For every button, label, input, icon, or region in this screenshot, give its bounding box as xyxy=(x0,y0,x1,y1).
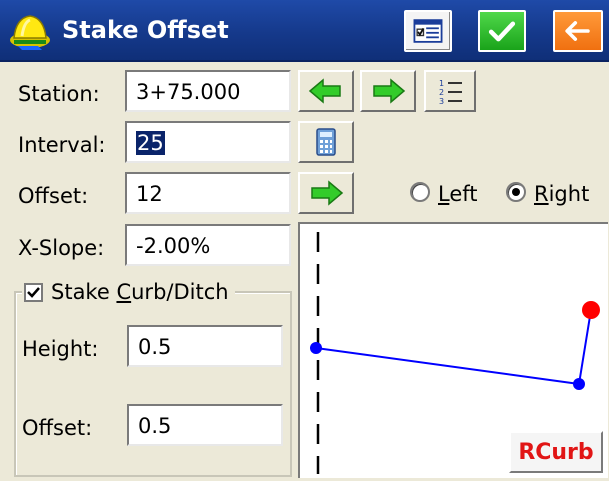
offset-next-button[interactable] xyxy=(298,172,354,214)
offset-label: Offset: xyxy=(18,184,89,208)
rcurb-button[interactable]: RCurb xyxy=(509,431,603,473)
calculator-button[interactable] xyxy=(298,121,354,163)
left-arrow-icon xyxy=(308,78,341,104)
right-arrow-icon xyxy=(373,78,406,104)
interval-value: 25 xyxy=(136,131,165,155)
left-radio-label[interactable]: Left xyxy=(438,182,478,206)
prev-station-button[interactable] xyxy=(298,70,354,112)
calculator-icon xyxy=(316,128,336,156)
check-icon xyxy=(488,21,516,42)
height-field[interactable]: 0.5 xyxy=(127,325,283,367)
ok-button[interactable] xyxy=(478,10,526,52)
stake-curb-label: Stake Curb/Ditch xyxy=(51,280,229,304)
xslope-label: X-Slope: xyxy=(18,236,105,260)
left-radio[interactable] xyxy=(410,182,430,202)
svg-text:3: 3 xyxy=(439,97,444,106)
offset-field[interactable]: 12 xyxy=(125,172,291,214)
svg-text:1: 1 xyxy=(439,79,444,88)
curb-offset-label: Offset: xyxy=(22,416,93,440)
curb-offset-field[interactable]: 0.5 xyxy=(127,404,283,446)
checkmark-icon xyxy=(27,286,40,298)
window-title: Stake Offset xyxy=(62,16,229,44)
stake-curb-checkbox-row[interactable]: Stake Curb/Ditch xyxy=(22,279,235,305)
target-point xyxy=(582,301,600,319)
interval-field[interactable]: 25 xyxy=(125,121,291,163)
cross-section-line xyxy=(315,309,592,386)
right-radio[interactable] xyxy=(506,182,526,202)
numbered-list-icon: 1 2 3 xyxy=(439,79,462,106)
station-list-button[interactable]: 1 2 3 xyxy=(424,70,476,112)
height-label: Height: xyxy=(22,337,99,361)
offset-diagram: RCurb xyxy=(298,222,608,478)
hardhat-icon xyxy=(8,10,52,52)
next-station-button[interactable] xyxy=(360,70,416,112)
right-radio-label[interactable]: Right xyxy=(534,182,589,206)
centerline-point xyxy=(310,342,322,354)
back-arrow-icon xyxy=(565,21,590,41)
form-button[interactable] xyxy=(404,10,452,52)
right-arrow-icon xyxy=(311,180,344,206)
stake-curb-checkbox[interactable] xyxy=(24,282,43,302)
back-button[interactable] xyxy=(553,10,603,52)
svg-text:2: 2 xyxy=(439,88,444,97)
curb-ditch-group xyxy=(14,291,292,477)
interval-label: Interval: xyxy=(18,133,106,157)
xslope-field[interactable]: -2.00% xyxy=(125,224,291,266)
title-bar: Stake Offset xyxy=(0,0,609,62)
flowline-point xyxy=(573,378,585,390)
station-field[interactable]: 3+75.000 xyxy=(125,70,291,112)
station-label: Station: xyxy=(18,82,100,106)
form-icon xyxy=(413,19,443,43)
